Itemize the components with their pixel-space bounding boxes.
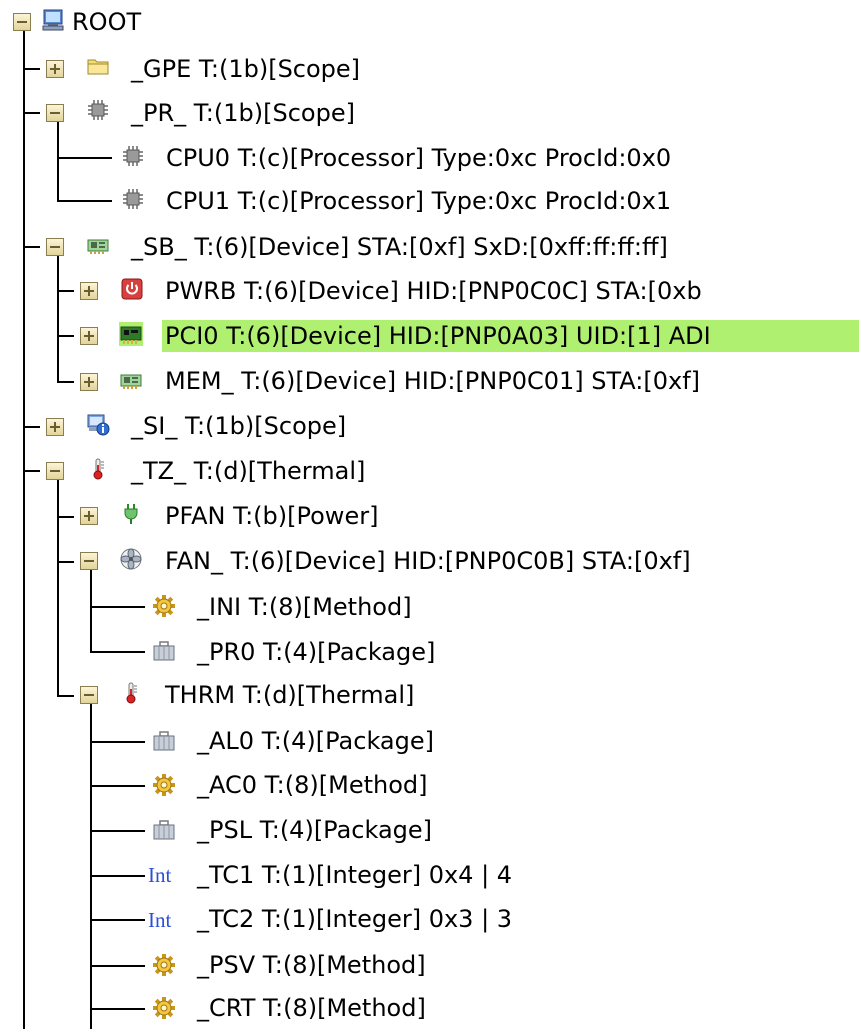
tree-node-label[interactable]: PFAN T:(b)[Power] <box>162 500 381 532</box>
tree-line <box>90 651 145 653</box>
expand-toggle-mem[interactable] <box>80 373 98 391</box>
collapse-toggle-pr[interactable] <box>46 104 64 122</box>
collapse-toggle-sb[interactable] <box>46 238 64 256</box>
collapse-toggle-root[interactable] <box>13 13 31 31</box>
tree-node-label[interactable]: _PSL T:(4)[Package] <box>194 814 435 846</box>
expand-toggle-pfan[interactable] <box>80 507 98 525</box>
tree-node-label[interactable]: FAN_ T:(6)[Device] HID:[PNP0C0B] STA:[0x… <box>162 545 694 577</box>
tree-node-label[interactable]: MEM_ T:(6)[Device] HID:[PNP0C01] STA:[0x… <box>162 365 703 397</box>
tree-line <box>90 606 145 608</box>
tree-node-label-selected[interactable]: PCI0 T:(6)[Device] HID:[PNP0A03] UID:[1]… <box>162 320 859 352</box>
thermometer-icon <box>119 681 143 705</box>
tree-line <box>57 471 59 696</box>
gear-icon <box>152 996 176 1020</box>
collapse-toggle-thrm[interactable] <box>80 686 98 704</box>
integer-icon: Int <box>148 908 172 932</box>
tree-node-label[interactable]: _AC0 T:(8)[Method] <box>194 769 431 801</box>
expand-toggle-pci0[interactable] <box>80 327 98 345</box>
gear-icon <box>152 594 176 618</box>
chip-icon <box>121 144 145 168</box>
tree-line <box>90 741 145 743</box>
thermometer-icon <box>86 457 110 481</box>
tree-line <box>90 830 145 832</box>
tree-node-label[interactable]: _INI T:(8)[Method] <box>194 591 415 623</box>
acpi-namespace-tree: ROOT _GPE T:(1b)[Scope] _PR_ T:(1b)[Scop… <box>0 0 859 1029</box>
tree-line <box>57 290 74 292</box>
fan-icon <box>119 547 143 571</box>
expand-toggle-si[interactable] <box>46 418 64 436</box>
tree-line <box>90 875 145 877</box>
tree-node-label[interactable]: _TC2 T:(1)[Integer] 0x3 | 3 <box>194 903 515 935</box>
expand-toggle-gpe[interactable] <box>46 60 64 78</box>
tree-node-label[interactable]: PWRB T:(6)[Device] HID:[PNP0C0C] STA:[0x… <box>162 275 705 307</box>
tree-node-label[interactable]: _PR0 T:(4)[Package] <box>194 636 438 668</box>
tree-node-label[interactable]: _PR_ T:(1b)[Scope] <box>128 97 358 129</box>
tree-line <box>23 426 40 428</box>
package-icon <box>152 639 176 663</box>
chip-icon <box>86 98 110 122</box>
pci-board-icon <box>118 321 144 347</box>
tree-line <box>90 919 145 921</box>
tree-line <box>23 68 40 70</box>
tree-line <box>57 381 74 383</box>
tree-line <box>57 695 74 697</box>
tree-node-label[interactable]: _TC1 T:(1)[Integer] 0x4 | 4 <box>194 859 515 891</box>
tree-line <box>23 470 40 472</box>
device-card-icon <box>119 368 143 392</box>
tree-node-label[interactable]: _TZ_ T:(d)[Thermal] <box>128 455 368 487</box>
chip-icon <box>121 187 145 211</box>
power-button-icon <box>120 277 144 301</box>
computer-icon <box>41 8 65 32</box>
folder-icon <box>86 54 110 78</box>
integer-icon: Int <box>148 863 172 887</box>
expand-toggle-pwrb[interactable] <box>80 282 98 300</box>
tree-node-label[interactable]: CPU0 T:(c)[Processor] Type:0xc ProcId:0x… <box>163 142 674 174</box>
tree-node-label[interactable]: _SI_ T:(1b)[Scope] <box>128 410 349 442</box>
tree-node-label[interactable]: _GPE T:(1b)[Scope] <box>128 53 363 85</box>
tree-node-label[interactable]: CPU1 T:(c)[Processor] Type:0xc ProcId:0x… <box>163 185 674 217</box>
package-icon <box>152 818 176 842</box>
tree-line <box>57 200 112 202</box>
system-info-icon <box>86 412 110 436</box>
package-icon <box>152 729 176 753</box>
tree-node-label[interactable]: ROOT <box>69 6 144 38</box>
tree-line <box>57 247 59 381</box>
tree-line <box>57 335 74 337</box>
gear-icon <box>152 953 176 977</box>
tree-node-label[interactable]: _CRT T:(8)[Method] <box>194 992 429 1024</box>
tree-node-label[interactable]: _PSV T:(8)[Method] <box>194 949 429 981</box>
gear-icon <box>152 773 176 797</box>
tree-line <box>90 785 145 787</box>
tree-node-label[interactable]: _AL0 T:(4)[Package] <box>194 725 437 757</box>
tree-line <box>57 157 112 159</box>
device-card-icon <box>86 233 110 257</box>
tree-line <box>23 246 40 248</box>
tree-line <box>57 516 74 518</box>
tree-line <box>90 696 92 1029</box>
tree-line <box>90 1008 145 1010</box>
collapse-toggle-tz[interactable] <box>46 462 64 480</box>
collapse-toggle-fan[interactable] <box>80 552 98 570</box>
tree-line <box>90 965 145 967</box>
tree-node-label[interactable]: _SB_ T:(6)[Device] STA:[0xf] SxD:[0xff:f… <box>128 231 671 263</box>
tree-line <box>57 561 74 563</box>
tree-node-label[interactable]: THRM T:(d)[Thermal] <box>162 679 417 711</box>
tree-line <box>23 31 25 1029</box>
tree-line <box>23 112 40 114</box>
power-plug-icon <box>119 502 143 526</box>
